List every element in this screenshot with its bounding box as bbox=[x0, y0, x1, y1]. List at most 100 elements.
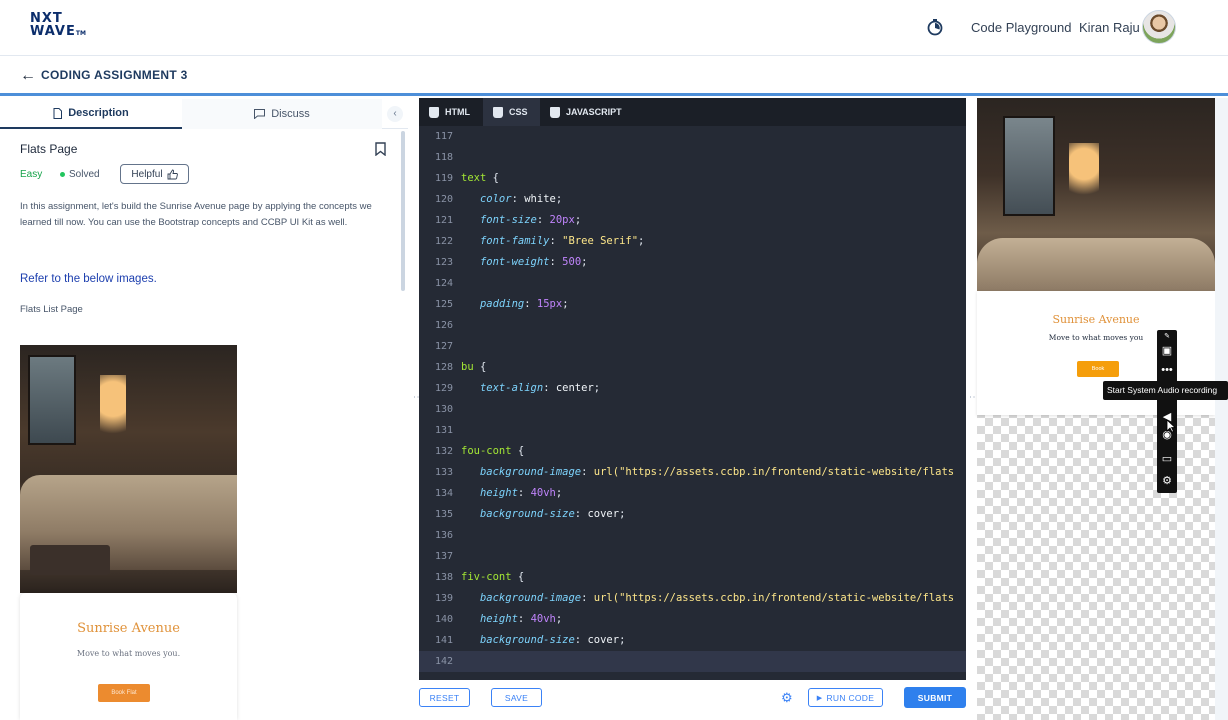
logo-line-2: WAVE bbox=[30, 24, 76, 39]
line-number: 141 bbox=[434, 635, 453, 646]
code-text: font-family: "Bree Serif"; bbox=[479, 235, 645, 247]
line-number: 124 bbox=[434, 278, 453, 289]
difficulty-badge: Easy bbox=[20, 169, 43, 180]
line-number: 137 bbox=[434, 551, 453, 562]
code-line[interactable]: 138 fiv-cont { bbox=[419, 567, 966, 588]
code-line[interactable]: 142 bbox=[419, 651, 966, 672]
tab-css[interactable]: CSS bbox=[483, 98, 540, 126]
back-arrow-icon[interactable]: ← bbox=[20, 67, 36, 85]
code-editor[interactable]: HTML CSS JAVASCRIPT 117 118 119 text { 120 c… bbox=[419, 98, 966, 680]
code-line[interactable]: 139 background-image: url("https://asset… bbox=[419, 588, 966, 609]
pen-icon[interactable]: ✎ bbox=[1160, 330, 1174, 344]
code-line[interactable]: 124 bbox=[419, 273, 966, 294]
document-icon bbox=[53, 107, 63, 119]
code-text: fou-cont { bbox=[461, 445, 525, 457]
line-number: 134 bbox=[434, 488, 453, 499]
assignment-header: ← CODING ASSIGNMENT 3 bbox=[0, 56, 1228, 96]
submit-button[interactable]: SUBMIT bbox=[904, 687, 966, 708]
code-text: bu { bbox=[461, 361, 487, 373]
recorder-toolbar: ✎ ▣ ••• ◀ ◉ ▭ ⚙ bbox=[1157, 330, 1177, 493]
code-line[interactable]: 128 bu { bbox=[419, 357, 966, 378]
tooltip: Start System Audio recording bbox=[1103, 381, 1228, 400]
status-badge: Solved bbox=[60, 169, 100, 180]
nxtwave-logo[interactable]: NXT WAVETM bbox=[30, 12, 90, 42]
helpful-button[interactable]: Helpful bbox=[120, 164, 189, 184]
code-line[interactable]: 133 background-image: url("https://asset… bbox=[419, 462, 966, 483]
code-line[interactable]: 117 bbox=[419, 126, 966, 147]
code-line[interactable]: 126 bbox=[419, 315, 966, 336]
line-number: 119 bbox=[434, 173, 453, 184]
tab-html[interactable]: HTML bbox=[419, 98, 483, 126]
gear-icon[interactable]: ⚙ bbox=[1160, 474, 1174, 488]
code-line[interactable]: 123 font-weight: 500; bbox=[419, 252, 966, 273]
timer-icon[interactable] bbox=[926, 18, 944, 36]
refer-heading: Refer to the below images. bbox=[20, 273, 157, 285]
code-text: text { bbox=[461, 172, 499, 184]
status-label: Solved bbox=[69, 169, 100, 180]
line-number: 121 bbox=[434, 215, 453, 226]
subheading: Flats List Page bbox=[20, 304, 83, 315]
avatar[interactable] bbox=[1142, 10, 1176, 44]
preview-scrollbar[interactable] bbox=[1215, 98, 1228, 720]
code-area[interactable]: 117 118 119 text {120 color: white; 121 font… bbox=[419, 126, 966, 680]
bookmark-icon[interactable] bbox=[375, 142, 386, 156]
code-line[interactable]: 119 text { bbox=[419, 168, 966, 189]
run-code-button[interactable]: ▶ RUN CODE bbox=[808, 688, 883, 707]
chat-icon bbox=[254, 109, 266, 119]
code-line[interactable]: 120 color: white; bbox=[419, 189, 966, 210]
screen-icon[interactable]: ▭ bbox=[1160, 452, 1174, 466]
code-line[interactable]: 132 fou-cont { bbox=[419, 441, 966, 462]
code-text: font-weight: 500; bbox=[479, 256, 588, 268]
code-line[interactable]: 131 bbox=[419, 420, 966, 441]
code-line[interactable]: 134 height: 40vh; bbox=[419, 483, 966, 504]
save-button[interactable]: SAVE bbox=[491, 688, 542, 707]
tab-discuss[interactable]: Discuss bbox=[182, 99, 382, 129]
code-text: fiv-cont { bbox=[461, 571, 525, 583]
camera-icon[interactable]: ▣ bbox=[1160, 344, 1174, 358]
code-line[interactable]: 135 background-size: cover; bbox=[419, 504, 966, 525]
tab-discuss-label: Discuss bbox=[271, 108, 310, 120]
code-line[interactable]: 127 bbox=[419, 336, 966, 357]
line-number: 136 bbox=[434, 530, 453, 541]
description-text: In this assignment, let's build the Sunr… bbox=[20, 201, 372, 228]
code-line[interactable]: 137 bbox=[419, 546, 966, 567]
line-number: 142 bbox=[434, 656, 453, 667]
user-name[interactable]: Kiran Raju bbox=[1079, 20, 1140, 35]
preview-book-button[interactable]: Book bbox=[1077, 361, 1119, 377]
line-number: 129 bbox=[434, 383, 453, 394]
mouse-cursor-icon bbox=[1166, 419, 1176, 433]
tab-description-label: Description bbox=[68, 107, 129, 119]
preview-window bbox=[1003, 116, 1055, 216]
settings-gear-icon[interactable]: ⚙ bbox=[781, 691, 794, 704]
line-number: 118 bbox=[434, 152, 453, 163]
code-playground-link[interactable]: Code Playground bbox=[971, 20, 1071, 35]
code-line[interactable]: 125 padding: 15px; bbox=[419, 294, 966, 315]
code-line[interactable]: 121 font-size: 20px; bbox=[419, 210, 966, 231]
reset-button[interactable]: RESET bbox=[419, 688, 470, 707]
code-line[interactable]: 130 bbox=[419, 399, 966, 420]
code-line[interactable]: 129 text-align: center; bbox=[419, 378, 966, 399]
more-dots-icon[interactable]: ••• bbox=[1160, 363, 1174, 377]
top-navbar: NXT WAVETM Code Playground Kiran Raju bbox=[0, 0, 1228, 56]
play-icon: ▶ bbox=[816, 694, 823, 702]
output-preview: Sunrise Avenue Move to what moves you Bo… bbox=[977, 98, 1228, 720]
code-text: height: 40vh; bbox=[479, 487, 563, 499]
code-line[interactable]: 140 height: 40vh; bbox=[419, 609, 966, 630]
code-line[interactable]: 136 bbox=[419, 525, 966, 546]
line-number: 130 bbox=[434, 404, 453, 415]
code-line[interactable]: 118 bbox=[419, 147, 966, 168]
js-file-icon bbox=[550, 106, 560, 118]
tab-description[interactable]: Description bbox=[0, 99, 182, 129]
line-number: 131 bbox=[434, 425, 453, 436]
tab-javascript[interactable]: JAVASCRIPT bbox=[540, 98, 640, 126]
collapse-chevron-icon[interactable]: ‹ bbox=[387, 106, 403, 122]
code-line[interactable]: 141 background-size: cover; bbox=[419, 630, 966, 651]
code-line[interactable]: 122 font-family: "Bree Serif"; bbox=[419, 231, 966, 252]
room-window bbox=[28, 355, 76, 445]
line-number: 122 bbox=[434, 236, 453, 247]
line-number: 139 bbox=[434, 593, 453, 604]
tab-css-label: CSS bbox=[509, 107, 528, 117]
scrollbar[interactable] bbox=[401, 131, 405, 291]
line-number: 133 bbox=[434, 467, 453, 478]
reference-card-subtitle: Move to what moves you. bbox=[76, 649, 181, 658]
